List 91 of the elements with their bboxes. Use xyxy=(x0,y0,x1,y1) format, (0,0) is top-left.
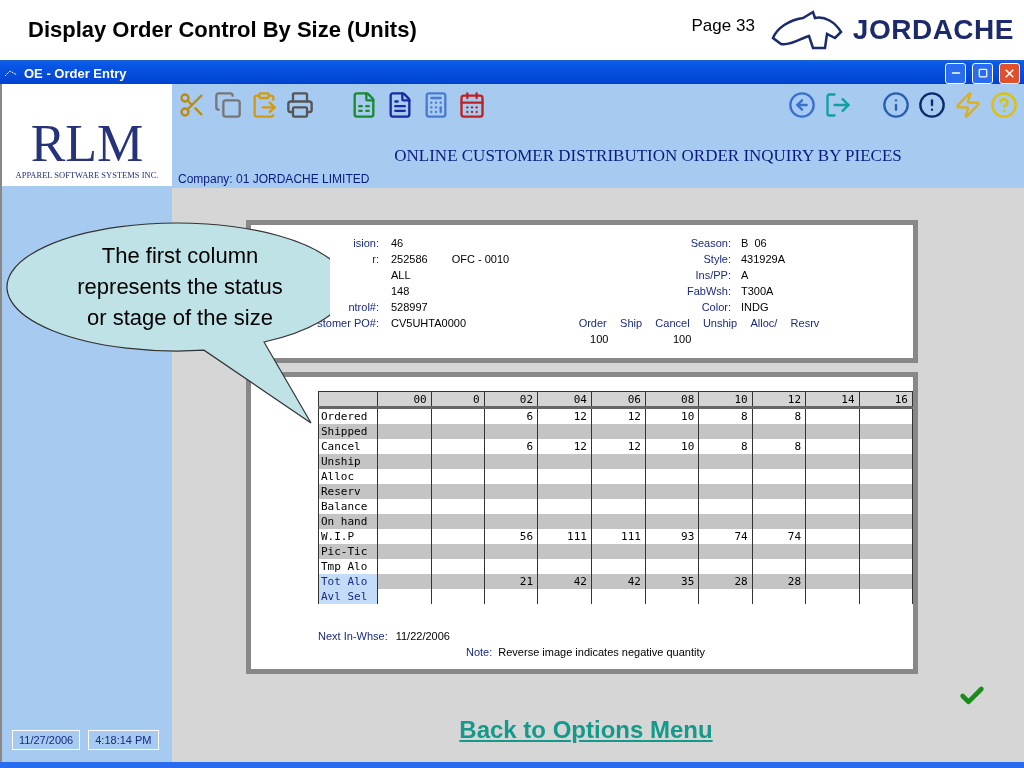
size-header: 12 xyxy=(752,391,806,408)
quantity-cell: 35 xyxy=(681,575,695,588)
note-label: Note: xyxy=(466,646,493,658)
field-value: B 06 xyxy=(741,237,768,251)
logo-name: RLM xyxy=(30,118,144,170)
quantity-cell: 74 xyxy=(734,530,748,543)
field-value: 148 xyxy=(391,285,410,299)
note-text: Reverse image indicates negative quantity xyxy=(498,646,705,658)
field-value: A xyxy=(741,269,750,283)
quantity-cell: 8 xyxy=(741,440,748,453)
status-label: Pic-Tic xyxy=(318,544,378,559)
quantity-cell: 10 xyxy=(681,410,695,423)
field-value: CV5UHTA0000 xyxy=(391,317,466,331)
quantity-cell: 111 xyxy=(621,530,641,543)
logo-tagline: APPAREL SOFTWARE SYSTEMS INC. xyxy=(15,170,159,180)
quantity-label: Unship xyxy=(701,317,739,331)
field-value: 528997 xyxy=(391,301,428,315)
field-value: T300A xyxy=(741,285,775,299)
company-label: Company: 01 JORDACHE LIMITED xyxy=(178,172,371,186)
field-label: Ins/PP: xyxy=(695,269,731,283)
status-label: Unship xyxy=(318,454,378,469)
quantity-cell: 6 xyxy=(526,440,534,453)
size-header: 14 xyxy=(805,391,859,408)
back-link[interactable]: Back to Options Menu xyxy=(459,716,713,744)
field-label: r: xyxy=(372,253,379,267)
quantity-cell: 111 xyxy=(567,530,587,543)
field-value: INDG xyxy=(741,301,770,315)
quantity-cell: 8 xyxy=(794,410,802,423)
size-header: 16 xyxy=(859,391,913,408)
field-label: FabWsh: xyxy=(687,285,731,299)
field-value: 431929A xyxy=(741,253,787,267)
quantity-label: Resrv xyxy=(789,317,821,331)
field-label: Style: xyxy=(703,253,731,267)
status-label: Tot Alo xyxy=(318,574,378,589)
quantity-label: Order xyxy=(577,317,608,331)
field-label: Season: xyxy=(690,237,731,251)
page-number: Page 33 xyxy=(691,16,755,36)
field-label: ntrol#: xyxy=(348,301,379,315)
window-title: OE - Order Entry xyxy=(24,65,128,81)
date-display: 11/27/2006 xyxy=(12,730,81,750)
quantity-cell: 21 xyxy=(519,575,534,588)
quantity-cell: 56 xyxy=(519,530,534,543)
size-header: 04 xyxy=(537,391,592,408)
status-label: Avl Sel xyxy=(318,589,378,604)
size-header: 10 xyxy=(698,391,753,408)
next-in-whse-label: Next In-Whse: xyxy=(318,630,388,642)
quantity-cell: 42 xyxy=(627,575,641,588)
size-header: 0 xyxy=(431,391,485,408)
quantity-cell: 74 xyxy=(787,530,802,543)
callout-text: The first column represents the status or stage of the size xyxy=(76,242,284,332)
field-label: stomer PO#: xyxy=(317,317,379,331)
size-header: 08 xyxy=(645,391,699,408)
quantity-label: Ship xyxy=(619,317,644,331)
quantity-cell: 10 xyxy=(681,440,695,453)
quantity-cell: 8 xyxy=(794,440,802,453)
quantity-cell: 6 xyxy=(526,410,534,423)
quantity-cell: 12 xyxy=(573,410,587,423)
status-label: Cancel xyxy=(318,439,378,454)
slide-title: Display Order Control By Size (Units) xyxy=(28,17,418,43)
time-display: 4:18:14 PM xyxy=(88,730,159,750)
quantity-label: Cancel xyxy=(654,317,691,331)
status-label: W.I.P xyxy=(318,529,378,544)
next-in-whse-value: 11/22/2006 xyxy=(395,630,450,642)
quantity-value: 100 xyxy=(589,333,609,347)
field-label: Color: xyxy=(701,301,731,315)
status-label: Shipped xyxy=(318,424,378,439)
field-label: ision: xyxy=(353,237,379,251)
page-heading: ONLINE CUSTOMER DISTRIBUTION ORDER INQUIRY BY PIECES xyxy=(393,146,903,166)
quantity-label: Alloc/ xyxy=(749,317,779,331)
size-header: 00 xyxy=(377,391,432,408)
size-header: 02 xyxy=(484,391,538,408)
quantity-cell: 93 xyxy=(681,530,695,543)
status-label: Balance xyxy=(318,499,378,514)
status-label: On hand xyxy=(318,514,378,529)
quantity-cell: 28 xyxy=(734,575,748,588)
status-label: Reserv xyxy=(318,484,378,499)
field-value: ALL xyxy=(391,269,411,283)
quantity-cell: 12 xyxy=(573,440,587,453)
quantity-cell: 28 xyxy=(787,575,802,588)
quantity-cell: 12 xyxy=(627,410,641,423)
size-header: 06 xyxy=(591,391,646,408)
quantity-cell: 12 xyxy=(627,440,641,453)
quantity-cell: 42 xyxy=(573,575,587,588)
field-value: 46 xyxy=(391,237,404,251)
field-value: 252586 xyxy=(391,253,428,267)
brand-logo: JORDACHE xyxy=(852,14,1014,46)
status-label: Alloc xyxy=(318,469,378,484)
status-label: Tmp Alo xyxy=(318,559,378,574)
field-value: OFC - 0010 xyxy=(451,253,510,267)
quantity-value: 100 xyxy=(671,333,692,347)
quantity-cell: 8 xyxy=(741,410,748,423)
